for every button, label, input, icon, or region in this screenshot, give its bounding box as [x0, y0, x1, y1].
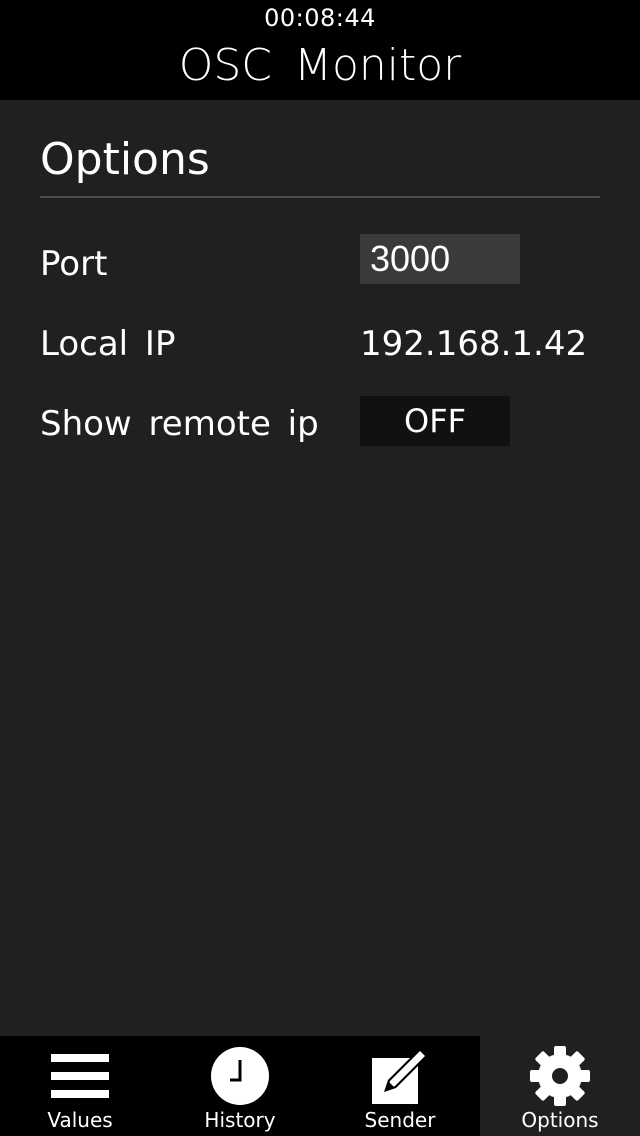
section-title: Options — [40, 134, 210, 185]
tab-values[interactable]: Values — [0, 1036, 160, 1136]
clock-icon — [211, 1047, 269, 1105]
tab-sender[interactable]: Sender — [320, 1036, 480, 1136]
menu-icon — [51, 1054, 109, 1098]
app-title: OSC Monitor — [178, 40, 462, 91]
tab-bar: Values History Sender Options — [0, 1036, 640, 1136]
port-label: Port — [40, 244, 108, 284]
app-screen: 00:08:44 OSC Monitor Options Port Local … — [0, 0, 640, 1136]
local-ip-value: 192.168.1.42 — [360, 324, 588, 364]
tab-values-label: Values — [47, 1108, 113, 1132]
tab-history[interactable]: History — [160, 1036, 320, 1136]
status-clock: 00:08:44 — [264, 4, 376, 32]
port-input[interactable] — [360, 234, 520, 284]
tab-history-label: History — [204, 1108, 276, 1132]
gear-icon — [530, 1046, 590, 1106]
tab-options[interactable]: Options — [480, 1036, 640, 1136]
local-ip-label: Local IP — [40, 324, 176, 364]
show-remote-ip-toggle[interactable]: OFF — [360, 396, 510, 446]
tab-options-label: Options — [521, 1108, 599, 1132]
tab-sender-label: Sender — [364, 1108, 436, 1132]
header-bar: 00:08:44 OSC Monitor — [0, 0, 640, 100]
edit-icon — [372, 1048, 428, 1104]
section-divider — [40, 196, 600, 198]
show-remote-ip-label: Show remote ip — [40, 404, 319, 444]
